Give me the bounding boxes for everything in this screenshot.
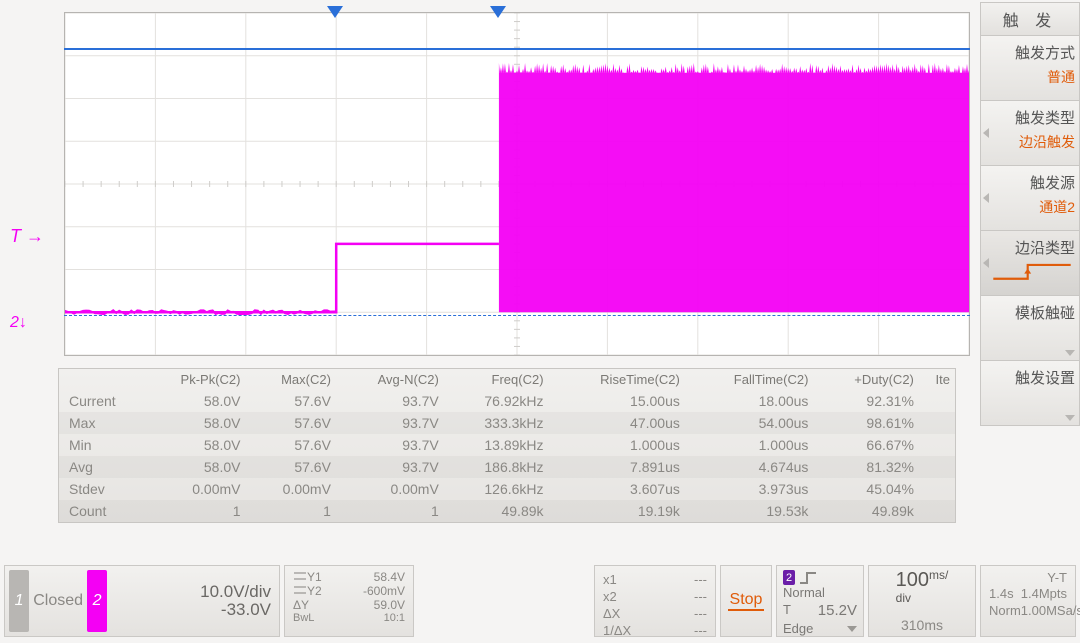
y2-value: -600mV	[363, 584, 405, 598]
ch1-status: Closed	[33, 566, 83, 636]
table-row: Stdev0.00mV0.00mV0.00mV126.6kHz3.607us3.…	[59, 478, 955, 500]
measurement-table: Pk-Pk(C2)Max(C2)Avg-N(C2)Freq(C2)RiseTim…	[58, 368, 956, 523]
table-header: Max(C2)	[245, 369, 335, 390]
spacer	[418, 565, 590, 637]
ch2-scale: 10.0V/div	[119, 583, 271, 601]
trigger-mode-text: Normal	[783, 585, 857, 600]
status-bar: 1 Closed 2 10.0V/div -33.0V Y158.4V Y2-6…	[4, 565, 1076, 637]
table-header: Freq(C2)	[443, 369, 548, 390]
menu-trigger-type-label: 触发类型	[989, 107, 1075, 128]
waveform-area: T → 2↓	[4, 6, 970, 356]
table-row: Max58.0V57.6V93.7V333.3kHz47.00us54.00us…	[59, 412, 955, 434]
rising-edge-icon	[799, 571, 817, 585]
ch2-cursor-panel[interactable]: Y158.4V Y2-600mV ΔY59.0V BwL10:1	[284, 565, 414, 637]
menu-trigger-source-label: 触发源	[989, 172, 1075, 193]
acq-mode: Y-T	[989, 570, 1067, 586]
menu-trigger-setup-label: 触发设置	[989, 367, 1075, 388]
ch1-panel[interactable]: 1 Closed 2 10.0V/div -33.0V	[4, 565, 280, 637]
y1-value: 58.4V	[374, 570, 405, 584]
run-state-panel[interactable]: Stop	[720, 565, 772, 637]
chevron-down-icon	[847, 626, 857, 632]
x-cursor-panel[interactable]: x1--- x2--- ΔX--- 1/ΔX---	[594, 565, 716, 637]
waveform-svg	[65, 13, 969, 355]
cursor-x2-marker	[490, 6, 506, 18]
trigger-status-panel[interactable]: 2 Normal T15.2V Edge	[776, 565, 864, 637]
chevron-down-icon	[1065, 350, 1075, 356]
acq-rate: 1.00MSa/s	[1021, 603, 1080, 619]
table-header: Ite	[918, 369, 954, 390]
menu-trigger-source-value: 通道2	[989, 197, 1075, 217]
acquisition-panel[interactable]: Y-T 1.4s1.4Mpts Norm1.00MSa/s	[980, 565, 1076, 637]
cursor-x1-marker	[327, 6, 343, 18]
menu-trigger-mode-value: 普通	[989, 67, 1075, 87]
menu-trigger-mode-label: 触发方式	[989, 42, 1075, 63]
dy-value: 59.0V	[374, 598, 405, 612]
ch2-offset: -33.0V	[119, 601, 271, 619]
rising-edge-icon	[989, 256, 1075, 286]
table-header: RiseTime(C2)	[548, 369, 684, 390]
timebase-value: 100ms/div	[896, 569, 949, 615]
ch2-ground-marker: 2↓	[10, 314, 27, 332]
chevron-left-icon	[983, 128, 989, 138]
table-row: Count11149.89k19.19k19.53k49.89k	[59, 500, 955, 522]
menu-trigger-type-value: 边沿触发	[989, 132, 1075, 152]
trigger-menu-title: 触 发	[980, 2, 1080, 36]
table-header: +Duty(C2)	[813, 369, 918, 390]
waveform-grid[interactable]	[64, 12, 970, 356]
cursor-y2-line	[64, 315, 970, 316]
ch2-readings: 10.0V/div -33.0V	[111, 566, 279, 636]
trigger-level-marker: T →	[10, 226, 44, 247]
timebase-panel[interactable]: 100ms/div 310ms	[868, 565, 976, 637]
table-header: Pk-Pk(C2)	[139, 369, 245, 390]
table-row: Avg58.0V57.6V93.7V186.8kHz7.891us4.674us…	[59, 456, 955, 478]
cursor-y1-line	[64, 48, 970, 50]
table-row: Min58.0V57.6V93.7V13.89kHz1.000us1.000us…	[59, 434, 955, 456]
menu-trigger-setup[interactable]: 触发设置	[980, 361, 1080, 426]
acq-depth: 1.4Mpts	[1021, 586, 1067, 602]
menu-trigger-type[interactable]: 触发类型 边沿触发	[980, 101, 1080, 166]
table-header: Avg-N(C2)	[335, 369, 443, 390]
table-row: Current58.0V57.6V93.7V76.92kHz15.00us18.…	[59, 390, 955, 412]
run-state: Stop	[728, 591, 765, 611]
table-header	[59, 369, 139, 390]
table-header: FallTime(C2)	[684, 369, 813, 390]
chevron-left-icon	[983, 193, 989, 203]
menu-trigger-mode[interactable]: 触发方式 普通	[980, 36, 1080, 101]
ch2-badge: 2	[87, 570, 107, 632]
menu-edge-type-label: 边沿类型	[989, 237, 1075, 258]
timebase-offset: 310ms	[901, 617, 943, 633]
menu-trigger-source[interactable]: 触发源 通道2	[980, 166, 1080, 231]
menu-mask-trigger[interactable]: 模板触碰	[980, 296, 1080, 361]
chevron-down-icon	[1065, 415, 1075, 421]
menu-mask-trigger-label: 模板触碰	[989, 302, 1075, 323]
trigger-channel-badge: 2	[783, 570, 795, 585]
menu-edge-type[interactable]: 边沿类型	[980, 231, 1080, 296]
ch1-badge: 1	[9, 570, 29, 632]
trigger-menu: 触 发 触发方式 普通 触发类型 边沿触发 触发源 通道2 边沿类型 模板触碰 …	[980, 2, 1080, 426]
trigger-level: 15.2V	[818, 602, 857, 619]
